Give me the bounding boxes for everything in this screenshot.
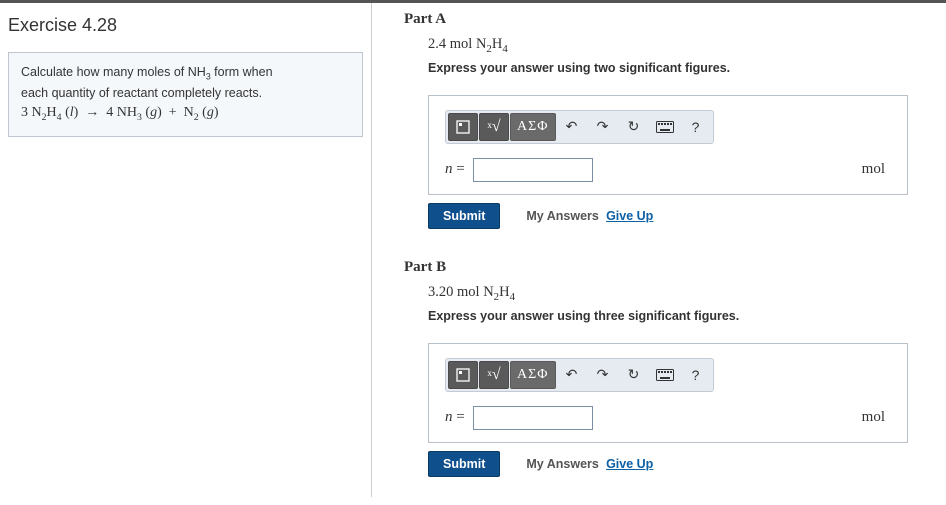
part-a-submit-button[interactable]: Submit xyxy=(428,203,500,229)
part-b-instruction: Express your answer using three signific… xyxy=(428,309,926,323)
root-icon[interactable]: x√ xyxy=(479,113,509,141)
exercise-title: Exercise 4.28 xyxy=(8,15,363,36)
part-a-heading: Part A xyxy=(404,11,926,28)
prompt-line1: Calculate how many moles of NH3 form whe… xyxy=(21,63,350,84)
part-b-toolbar: x√ ΑΣΦ ↶ ↷ ↻ ? xyxy=(445,358,714,392)
part-a-give-up[interactable]: Give Up xyxy=(606,209,653,223)
part-b-heading: Part B xyxy=(404,259,926,276)
greek-icon[interactable]: ΑΣΦ xyxy=(510,113,556,141)
keyboard-icon[interactable] xyxy=(650,113,680,141)
part-b-unit: mol xyxy=(862,409,891,426)
undo-icon[interactable]: ↶ xyxy=(557,113,587,141)
prompt-box: Calculate how many moles of NH3 form whe… xyxy=(8,52,363,137)
part-b-answer-box: x√ ΑΣΦ ↶ ↷ ↻ ? n = mol xyxy=(428,343,908,443)
part-a-answer-input[interactable] xyxy=(473,158,593,182)
part-a-answer-box: x√ ΑΣΦ ↶ ↷ ↻ ? n = mol xyxy=(428,95,908,195)
undo-icon[interactable]: ↶ xyxy=(557,361,587,389)
part-a-variable-label: n = xyxy=(445,161,465,178)
keyboard-icon[interactable] xyxy=(650,361,680,389)
reset-icon[interactable]: ↻ xyxy=(619,361,649,389)
reset-icon[interactable]: ↻ xyxy=(619,113,649,141)
redo-icon[interactable]: ↷ xyxy=(588,361,618,389)
part-b-variable-label: n = xyxy=(445,409,465,426)
prompt-line2: each quantity of reactant completely rea… xyxy=(21,84,350,103)
root-icon[interactable]: x√ xyxy=(479,361,509,389)
prompt-formula: NH3 xyxy=(188,65,211,79)
part-b-given: 3.20 mol N2H4 xyxy=(428,284,926,303)
part-b-answer-input[interactable] xyxy=(473,406,593,430)
reaction-equation: 3 N2H4 (l) → 4 NH3 (g) + N2 (g) xyxy=(21,102,350,125)
templates-icon[interactable] xyxy=(448,361,478,389)
help-icon[interactable]: ? xyxy=(681,361,711,389)
greek-icon[interactable]: ΑΣΦ xyxy=(510,361,556,389)
part-a-my-answers[interactable]: My Answers xyxy=(526,209,598,223)
part-b-give-up[interactable]: Give Up xyxy=(606,457,653,471)
redo-icon[interactable]: ↷ xyxy=(588,113,618,141)
templates-icon[interactable] xyxy=(448,113,478,141)
part-b-my-answers[interactable]: My Answers xyxy=(526,457,598,471)
part-a-unit: mol xyxy=(862,161,891,178)
part-b-submit-button[interactable]: Submit xyxy=(428,451,500,477)
part-a-toolbar: x√ ΑΣΦ ↶ ↷ ↻ ? xyxy=(445,110,714,144)
help-icon[interactable]: ? xyxy=(681,113,711,141)
part-a-given: 2.4 mol N2H4 xyxy=(428,36,926,55)
part-a-instruction: Express your answer using two significan… xyxy=(428,61,926,75)
